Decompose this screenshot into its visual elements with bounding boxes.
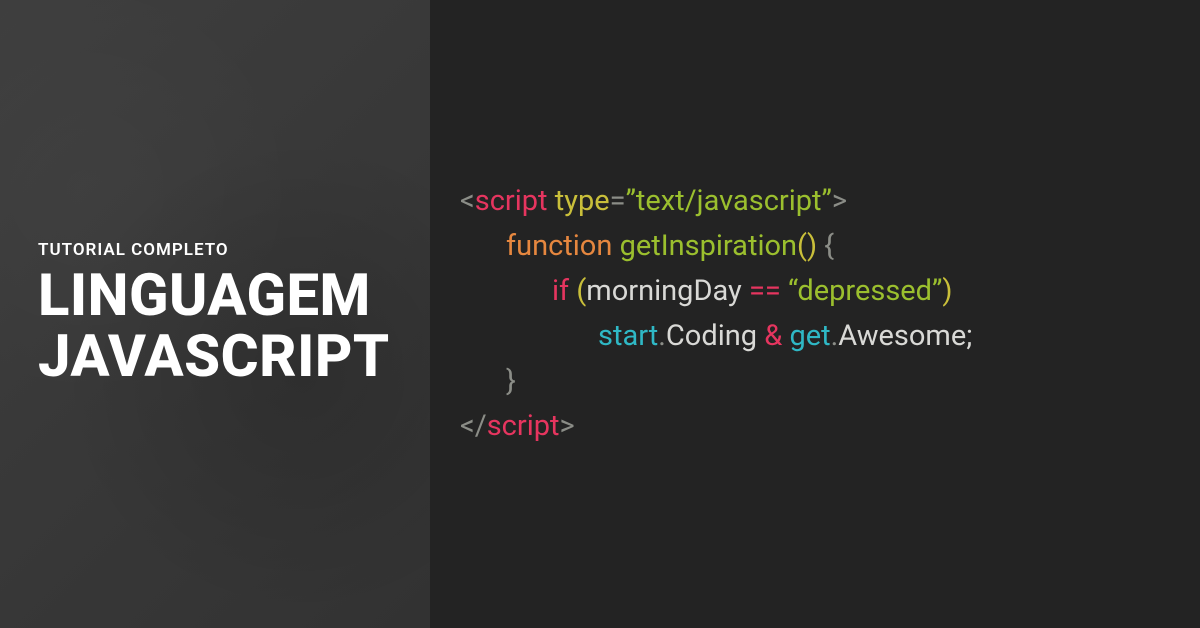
keyword-if: if bbox=[552, 274, 569, 308]
attr-value: ”text/javascript” bbox=[626, 184, 832, 218]
attr-type: type bbox=[555, 184, 610, 218]
equals-sign: = bbox=[610, 184, 626, 218]
identifier-coding: Coding bbox=[666, 319, 764, 353]
brace-close: } bbox=[506, 364, 516, 398]
operator-equals: == bbox=[749, 274, 788, 308]
paren-open-2: ( bbox=[576, 274, 586, 308]
brace-open: { bbox=[824, 229, 834, 263]
tag-script-open: script bbox=[475, 184, 548, 218]
subtitle-text: TUTORIAL COMPLETO bbox=[38, 240, 430, 260]
dot-1: . bbox=[658, 319, 666, 353]
paren-open: ( bbox=[797, 229, 807, 263]
identifier-get: get bbox=[789, 319, 830, 353]
title-panel: TUTORIAL COMPLETO LINGUAGEM JAVASCRIPT bbox=[0, 0, 430, 628]
function-name: getInspiration bbox=[620, 229, 797, 263]
code-panel: <script type=”text/javascript”> function… bbox=[430, 0, 1200, 628]
title-line-1: LINGUAGEM bbox=[38, 262, 371, 330]
paren-close: ) bbox=[807, 229, 817, 263]
main-title: LINGUAGEM JAVASCRIPT bbox=[38, 266, 430, 388]
slash: / bbox=[475, 409, 487, 443]
identifier-start: start bbox=[598, 319, 658, 353]
identifier-awesome: Awesome; bbox=[838, 319, 972, 353]
angle-bracket-open: < bbox=[460, 184, 475, 218]
angle-bracket-close-2: > bbox=[560, 409, 575, 443]
angle-bracket-close: > bbox=[832, 184, 847, 218]
identifier-morningday: morningDay bbox=[586, 274, 749, 308]
keyword-function: function bbox=[506, 229, 612, 263]
code-block: <script type=”text/javascript”> function… bbox=[460, 134, 972, 494]
angle-bracket-open-2: < bbox=[460, 409, 475, 443]
operator-amp: & bbox=[764, 319, 789, 353]
paren-close-2: ) bbox=[942, 274, 952, 308]
tag-script-close: script bbox=[487, 409, 560, 443]
title-line-2: JAVASCRIPT bbox=[38, 323, 390, 391]
string-depressed: “depressed” bbox=[788, 274, 942, 308]
